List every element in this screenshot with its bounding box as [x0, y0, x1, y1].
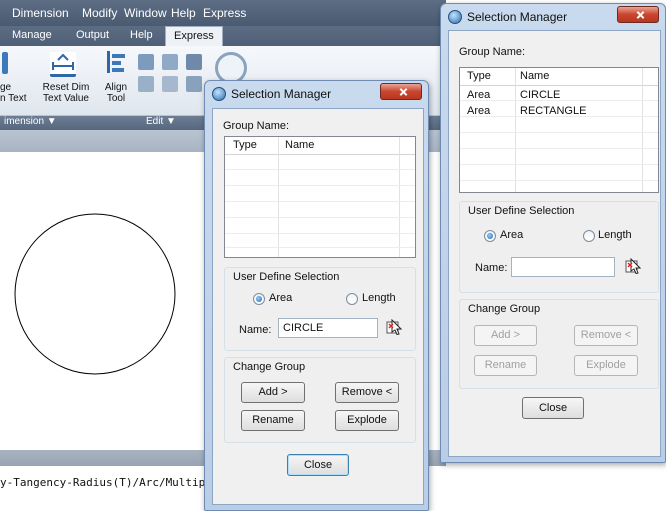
rename-button[interactable]: Rename [241, 410, 305, 431]
explode-button[interactable]: Explode [335, 410, 399, 431]
edit-tool-icon-3[interactable] [186, 54, 202, 70]
name-label: Name: [475, 262, 508, 274]
dialog-front-titlebar[interactable]: Selection Manager [205, 81, 428, 107]
group-label-edit[interactable]: Edit ▼ [146, 116, 176, 127]
add-button[interactable]: Add > [241, 382, 305, 403]
ribbon-label-align-tool: Align Tool [104, 82, 128, 104]
change-group-label: Change Group [233, 361, 306, 373]
dialog-front-title: Selection Manager [231, 87, 332, 101]
table-row-name[interactable]: CIRCLE [520, 89, 560, 101]
tab-help[interactable]: Help [130, 29, 153, 41]
edit-tool-icon-6[interactable] [186, 76, 202, 92]
edit-tool-icon-2[interactable] [162, 54, 178, 70]
add-button[interactable]: Add > [474, 325, 537, 346]
close-icon[interactable] [617, 6, 659, 23]
area-radio-label[interactable]: Area [269, 292, 292, 304]
group-list-header: Type Name [460, 68, 658, 86]
remove-button[interactable]: Remove < [574, 325, 638, 346]
area-radio[interactable] [484, 230, 496, 242]
menu-help[interactable]: Help [171, 6, 196, 20]
tab-express[interactable]: Express [165, 26, 223, 46]
close-button[interactable]: Close [287, 454, 349, 476]
selection-manager-dialog-back: Selection Manager Group Name: Type Name … [440, 3, 666, 463]
area-radio-label[interactable]: Area [500, 229, 523, 241]
command-line-text: y-Tangency-Radius(T)/Arc/Multiple] [0, 476, 226, 489]
change-group: Change Group Add > Remove < Rename Explo… [459, 299, 659, 389]
drawn-circle[interactable] [14, 213, 176, 375]
ribbon-label-dim-text: ge n Text [0, 82, 27, 104]
menu-dimension[interactable]: Dimension [12, 6, 69, 20]
group-name-label: Group Name: [223, 120, 290, 132]
group-label-dimension[interactable]: imension ▼ [4, 116, 57, 127]
menu-express[interactable]: Express [203, 6, 246, 20]
tab-output[interactable]: Output [76, 29, 109, 41]
reset-dim-icon[interactable] [50, 52, 76, 77]
close-icon[interactable] [380, 83, 422, 100]
edit-tool-icon-1[interactable] [138, 54, 154, 70]
pick-object-icon[interactable] [625, 258, 641, 274]
column-header-name[interactable]: Name [285, 139, 314, 151]
rename-button[interactable]: Rename [474, 355, 537, 376]
ribbon-label-reset-dim: Reset Dim Text Value [42, 82, 90, 104]
selection-manager-dialog-front: Selection Manager Group Name: Type Name … [204, 80, 429, 511]
user-define-label: User Define Selection [233, 271, 340, 283]
user-define-group: User Define Selection Area Length Name: [459, 201, 659, 293]
group-list[interactable]: Type Name Area CIRCLE Area RECTANGLE [459, 67, 659, 193]
edit-tool-icon-5[interactable] [162, 76, 178, 92]
edit-tool-icon-4[interactable] [138, 76, 154, 92]
user-define-group: User Define Selection Area Length Name: … [224, 267, 416, 351]
group-list-header: Type Name [225, 137, 415, 155]
menu-bar: Dimension Modify Window Help Express [0, 0, 446, 26]
column-header-type[interactable]: Type [233, 139, 257, 151]
ribbon-tab-row: Manage Output Help Express [0, 26, 446, 46]
length-radio[interactable] [346, 293, 358, 305]
dialog-front-client: Group Name: Type Name User Define Select… [212, 108, 424, 505]
dim-text-icon[interactable] [2, 52, 8, 74]
change-group: Change Group Add > Remove < Rename Explo… [224, 357, 416, 443]
length-radio[interactable] [583, 230, 595, 242]
name-input[interactable] [511, 257, 615, 277]
close-button[interactable]: Close [522, 397, 584, 419]
length-radio-label[interactable]: Length [362, 292, 396, 304]
app-logo-icon [212, 87, 226, 101]
column-header-type[interactable]: Type [467, 70, 491, 82]
table-row-name[interactable]: RECTANGLE [520, 105, 586, 117]
length-radio-label[interactable]: Length [598, 229, 632, 241]
name-label: Name: [239, 324, 272, 336]
group-name-label: Group Name: [459, 46, 526, 58]
table-row-type[interactable]: Area [467, 105, 490, 117]
group-list[interactable]: Type Name [224, 136, 416, 258]
table-row-type[interactable]: Area [467, 89, 490, 101]
align-tool-icon[interactable] [106, 50, 126, 74]
user-define-label: User Define Selection [468, 205, 575, 217]
dialog-back-title: Selection Manager [467, 10, 568, 24]
dialog-back-client: Group Name: Type Name Area CIRCLE Area R… [448, 30, 661, 457]
pick-object-icon[interactable] [386, 319, 402, 335]
change-group-label: Change Group [468, 303, 541, 315]
explode-button[interactable]: Explode [574, 355, 638, 376]
menu-modify[interactable]: Modify [82, 6, 117, 20]
column-header-name[interactable]: Name [520, 70, 549, 82]
area-radio[interactable] [253, 293, 265, 305]
tab-manage[interactable]: Manage [12, 29, 52, 41]
app-logo-icon [448, 10, 462, 24]
name-input[interactable]: CIRCLE [278, 318, 378, 338]
dialog-back-titlebar[interactable]: Selection Manager [441, 4, 665, 30]
remove-button[interactable]: Remove < [335, 382, 399, 403]
menu-window[interactable]: Window [124, 6, 167, 20]
